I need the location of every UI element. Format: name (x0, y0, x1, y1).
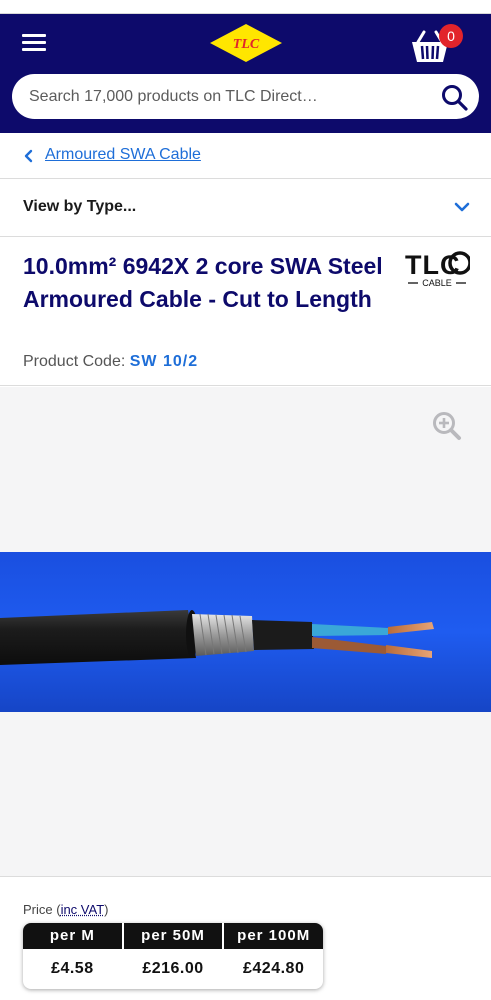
product-code: Product Code: SW 10/2 (23, 353, 198, 371)
basket-button[interactable]: 0 (410, 24, 463, 64)
site-header: TLC 0 (0, 14, 491, 133)
price-option-per-50m[interactable]: per 50M £216.00 (123, 923, 225, 989)
price-value: £424.80 (243, 960, 305, 977)
product-code-label: Product Code: (23, 353, 126, 370)
brand-logo-sub: CABLE (422, 278, 452, 288)
price-section: Price (inc VAT) per M £4.58 per 50M £216… (0, 878, 491, 1000)
menu-icon[interactable] (22, 33, 48, 53)
search-icon[interactable] (441, 84, 468, 111)
tlc-logo-text: TLC (233, 37, 260, 52)
top-strip (0, 0, 491, 14)
tlc-cable-brand-logo: TLC CABLE (405, 250, 470, 288)
product-code-value: SW 10/2 (129, 353, 199, 370)
product-image[interactable] (0, 552, 491, 712)
view-by-type-label: View by Type... (23, 198, 137, 215)
price-value: £216.00 (142, 960, 204, 977)
breadcrumb: Armoured SWA Cable (0, 133, 491, 179)
price-header: per M (23, 923, 122, 949)
product-title: 10.0mm² 6942X 2 core SWA Steel Armoured … (23, 253, 383, 312)
search-bar (12, 74, 479, 119)
price-header: per 50M (123, 923, 223, 949)
price-option-per-m[interactable]: per M £4.58 (23, 923, 124, 989)
search-input[interactable] (29, 74, 429, 119)
price-option-per-100m[interactable]: per 100M £424.80 (224, 923, 323, 989)
price-value: £4.58 (51, 960, 94, 977)
breadcrumb-link-armoured-swa-cable[interactable]: Armoured SWA Cable (45, 146, 201, 164)
price-table: per M £4.58 per 50M £216.00 per 100M £42… (23, 923, 323, 989)
price-label-suffix: ) (104, 902, 109, 917)
basket-count-badge: 0 (439, 24, 463, 48)
tlc-logo[interactable]: TLC (209, 23, 283, 63)
product-gallery (0, 387, 491, 877)
price-label-prefix: Price ( (23, 902, 61, 917)
view-by-type-dropdown[interactable]: View by Type... (0, 180, 491, 237)
price-label: Price (inc VAT) (23, 902, 109, 917)
zoom-in-icon[interactable] (432, 411, 462, 441)
product-header: 10.0mm² 6942X 2 core SWA Steel Armoured … (0, 238, 491, 386)
price-header: per 100M (224, 923, 323, 949)
chevron-left-icon[interactable] (23, 149, 33, 163)
inc-vat-link[interactable]: inc VAT (61, 902, 105, 917)
chevron-down-icon (454, 202, 470, 212)
